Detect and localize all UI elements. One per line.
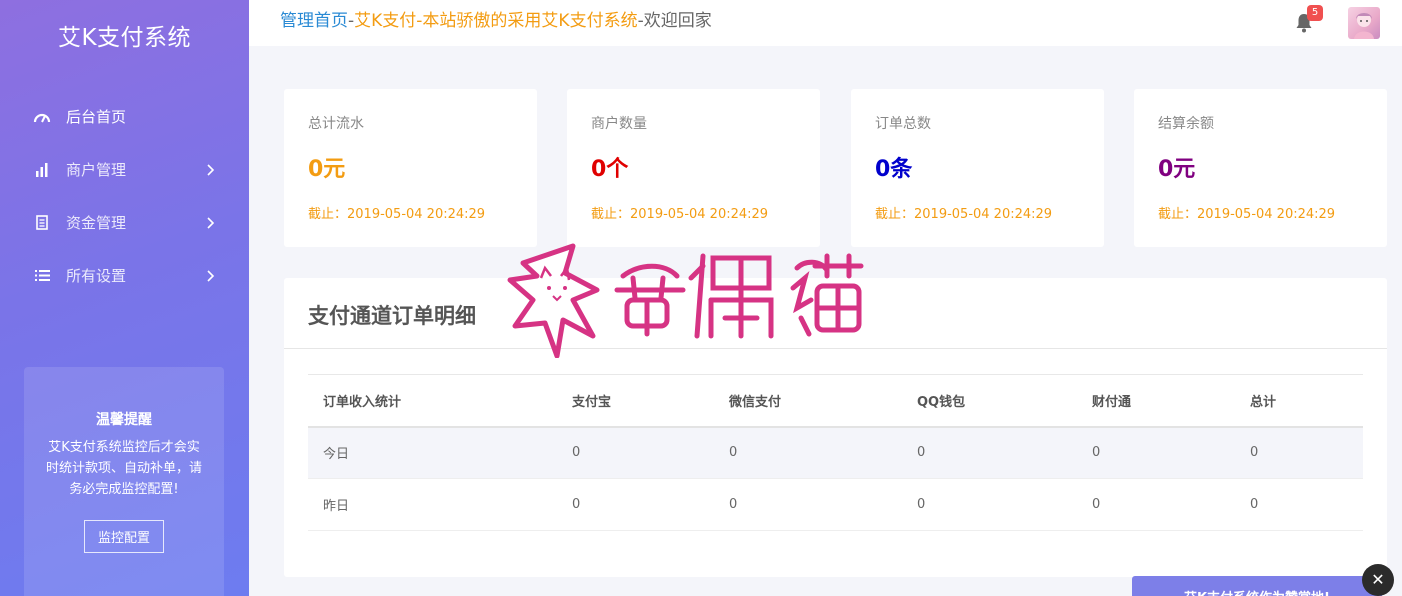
breadcrumb-home-link[interactable]: 管理首页 bbox=[280, 11, 348, 31]
chevron-right-icon bbox=[205, 163, 215, 177]
brand-title: 艾K支付系统 bbox=[57, 25, 192, 51]
table-header-row: 订单收入统计 支付宝 微信支付 QQ钱包 财付通 总计 bbox=[308, 374, 1363, 428]
stat-timestamp: 截止：2019-05-04 20:24:29 bbox=[875, 207, 1053, 222]
table-cell: 0 bbox=[557, 478, 714, 531]
order-table: 订单收入统计 支付宝 微信支付 QQ钱包 财付通 总计 今日 0 0 0 0 0… bbox=[308, 374, 1363, 531]
panel-title: 支付通道订单明细 bbox=[308, 304, 476, 328]
column-header: QQ钱包 bbox=[902, 374, 1077, 428]
dashboard-icon bbox=[33, 108, 51, 126]
stat-card-orders: 订单总数 0条 截止：2019-05-04 20:24:29 bbox=[851, 89, 1104, 247]
monitor-config-button[interactable]: 监控配置 bbox=[83, 520, 164, 553]
stat-value: 0个 bbox=[591, 157, 629, 182]
table-row: 昨日 0 0 0 0 0 bbox=[308, 478, 1363, 531]
column-header: 订单收入统计 bbox=[308, 374, 557, 428]
table-cell: 0 bbox=[1077, 426, 1235, 479]
table-cell: 0 bbox=[902, 478, 1077, 531]
stat-value: 0条 bbox=[875, 157, 913, 182]
document-icon bbox=[33, 214, 51, 232]
table-cell: 0 bbox=[714, 426, 902, 479]
breadcrumb-site-name: 艾K支付-本站骄傲的采用艾K支付系统 bbox=[354, 11, 638, 31]
sidebar-item-settings[interactable]: 所有设置 bbox=[0, 249, 249, 302]
column-header: 财付通 bbox=[1077, 374, 1235, 428]
table-cell: 0 bbox=[1235, 426, 1363, 479]
stat-label: 订单总数 bbox=[875, 116, 931, 132]
sidebar-item-home[interactable]: 后台首页 bbox=[0, 90, 249, 143]
table-cell: 0 bbox=[902, 426, 1077, 479]
stat-label: 结算余额 bbox=[1158, 116, 1214, 132]
table-cell: 0 bbox=[714, 478, 902, 531]
bar-chart-icon bbox=[33, 161, 51, 179]
sidebar-nav: 后台首页 商户管理 资金管理 所有设置 bbox=[0, 90, 249, 302]
close-icon[interactable]: ✕ bbox=[1362, 564, 1394, 596]
sidebar-item-funds[interactable]: 资金管理 bbox=[0, 196, 249, 249]
column-header: 支付宝 bbox=[557, 374, 714, 428]
column-header: 总计 bbox=[1235, 374, 1363, 428]
stat-card-merchants: 商户数量 0个 截止：2019-05-04 20:24:29 bbox=[567, 89, 820, 247]
stat-value: 0元 bbox=[1158, 157, 1196, 182]
sidebar-item-merchants[interactable]: 商户管理 bbox=[0, 143, 249, 196]
sidebar-item-label: 所有设置 bbox=[66, 267, 127, 285]
sidebar-item-label: 资金管理 bbox=[66, 214, 127, 232]
table-cell: 0 bbox=[1235, 478, 1363, 531]
notification-badge: 5 bbox=[1307, 5, 1323, 21]
reminder-title: 温馨提醒 bbox=[96, 412, 152, 428]
breadcrumb-welcome: 欢迎回家 bbox=[643, 11, 712, 31]
list-icon bbox=[33, 267, 51, 285]
stat-timestamp: 截止：2019-05-04 20:24:29 bbox=[1158, 207, 1336, 222]
stat-label: 商户数量 bbox=[591, 116, 647, 132]
table-row: 今日 0 0 0 0 0 bbox=[308, 426, 1363, 479]
chevron-right-icon bbox=[205, 269, 215, 283]
stat-value: 0元 bbox=[308, 157, 346, 182]
stat-timestamp: 截止：2019-05-04 20:24:29 bbox=[308, 207, 486, 222]
sidebar-item-label: 商户管理 bbox=[66, 161, 127, 179]
watermark-logo bbox=[505, 238, 870, 359]
reminder-box: 温馨提醒 艾K支付系统监控后才会实时统计款项、自动补单，请务必完成监控配置! 监… bbox=[24, 367, 224, 596]
top-header: 管理首页-艾K支付-本站骄傲的采用艾K支付系统-欢迎回家 5 bbox=[249, 0, 1402, 46]
stat-card-balance: 结算余额 0元 截止：2019-05-04 20:24:29 bbox=[1134, 89, 1387, 247]
stat-card-total-flow: 总计流水 0元 截止：2019-05-04 20:24:29 bbox=[284, 89, 537, 247]
chevron-right-icon bbox=[205, 216, 215, 230]
breadcrumb: 管理首页-艾K支付-本站骄傲的采用艾K支付系统-欢迎回家 bbox=[280, 6, 712, 31]
stat-timestamp: 截止：2019-05-04 20:24:29 bbox=[591, 207, 769, 222]
stat-label: 总计流水 bbox=[308, 116, 364, 132]
avatar[interactable] bbox=[1348, 7, 1380, 39]
sidebar: 艾K支付系统 后台首页 商户管理 资金管理 所有设置 温馨提醒 艾K支付系统监控… bbox=[0, 0, 249, 596]
floating-promo-bar[interactable]: 艾K支付系统作为赞赏地! bbox=[1132, 576, 1382, 596]
table-cell: 今日 bbox=[308, 426, 557, 479]
table-cell: 0 bbox=[1077, 478, 1235, 531]
column-header: 微信支付 bbox=[714, 374, 902, 428]
sidebar-item-label: 后台首页 bbox=[66, 108, 127, 126]
table-cell: 0 bbox=[557, 426, 714, 479]
reminder-text: 艾K支付系统监控后才会实时统计款项、自动补单，请务必完成监控配置! bbox=[45, 440, 202, 497]
table-cell: 昨日 bbox=[308, 478, 557, 531]
